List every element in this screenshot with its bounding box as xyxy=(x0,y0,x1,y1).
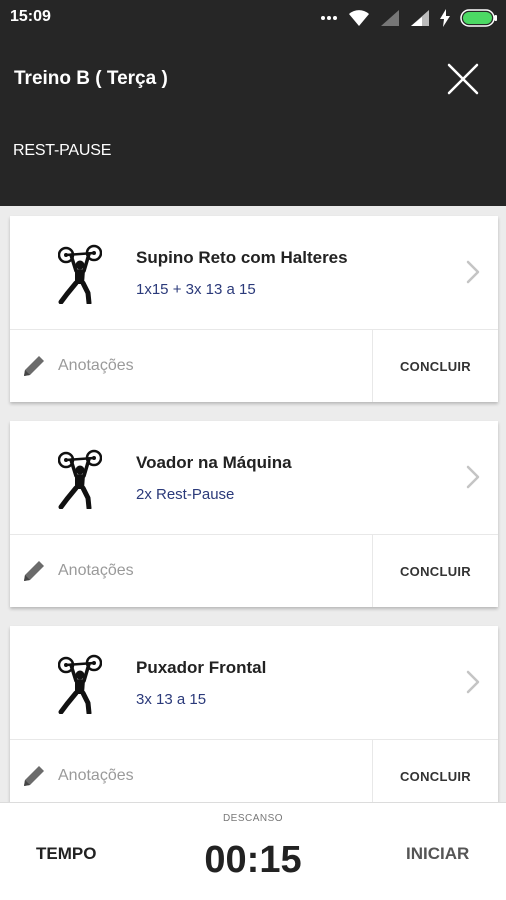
status-bar: 15:09 xyxy=(0,0,506,36)
workout-header: Treino B ( Terça ) REST-PAUSE xyxy=(0,36,506,206)
exercise-name: Supino Reto com Halteres xyxy=(136,248,348,267)
workout-title: Treino B ( Terça ) xyxy=(14,68,168,89)
status-icons xyxy=(320,8,498,28)
concluir-button[interactable]: CONCLUIR xyxy=(373,535,498,607)
status-time: 15:09 xyxy=(10,8,51,25)
concluir-button[interactable]: CONCLUIR xyxy=(373,740,498,802)
wifi-icon xyxy=(349,10,369,26)
rest-timer-bar: TEMPO DESCANSO 00:15 INICIAR xyxy=(0,802,506,900)
battery-icon xyxy=(460,9,497,27)
exercise-sets: 1x15 + 3x 13 a 15 xyxy=(136,281,256,298)
weightlifter-icon xyxy=(58,654,102,714)
notes-placeholder: Anotações xyxy=(58,357,134,374)
exercise-card: Voador na Máquina 2x Rest-Pause Anotaçõe… xyxy=(10,421,498,607)
workout-method: REST-PAUSE xyxy=(13,142,112,159)
exercise-sets: 2x Rest-Pause xyxy=(136,486,235,503)
charging-icon xyxy=(440,9,450,27)
exercise-card: Supino Reto com Halteres 1x15 + 3x 13 a … xyxy=(10,216,498,402)
exercise-details-row[interactable]: Puxador Frontal 3x 13 a 15 xyxy=(10,626,498,739)
chevron-right-icon xyxy=(466,465,480,489)
exercise-sets: 3x 13 a 15 xyxy=(136,691,207,708)
exercise-card: Puxador Frontal 3x 13 a 15 Anotações CON… xyxy=(10,626,498,802)
concluir-button[interactable]: CONCLUIR xyxy=(373,330,498,402)
exercise-details-row[interactable]: Voador na Máquina 2x Rest-Pause xyxy=(10,421,498,534)
exercise-name: Voador na Máquina xyxy=(136,453,292,472)
notes-placeholder: Anotações xyxy=(58,562,134,579)
signal-icon xyxy=(411,10,429,26)
weightlifter-icon xyxy=(58,244,102,304)
exercise-name: Puxador Frontal xyxy=(136,658,267,677)
notes-field[interactable]: Anotações xyxy=(10,330,372,402)
chevron-right-icon xyxy=(466,670,480,694)
pencil-icon xyxy=(24,356,44,376)
pencil-icon xyxy=(24,766,44,786)
signal-icon xyxy=(381,10,399,26)
descanso-label: DESCANSO xyxy=(222,813,284,824)
notes-field[interactable]: Anotações xyxy=(10,535,372,607)
exercise-details-row[interactable]: Supino Reto com Halteres 1x15 + 3x 13 a … xyxy=(10,216,498,329)
notes-placeholder: Anotações xyxy=(58,767,134,784)
dots-icon xyxy=(321,16,337,20)
close-button[interactable] xyxy=(446,62,480,96)
exercise-list[interactable]: Supino Reto com Halteres 1x15 + 3x 13 a … xyxy=(0,206,506,802)
notes-field[interactable]: Anotações xyxy=(10,740,372,802)
close-icon xyxy=(447,63,479,95)
weightlifter-icon xyxy=(58,449,102,509)
iniciar-button[interactable]: INICIAR xyxy=(406,844,469,864)
chevron-right-icon xyxy=(466,260,480,284)
pencil-icon xyxy=(24,561,44,581)
